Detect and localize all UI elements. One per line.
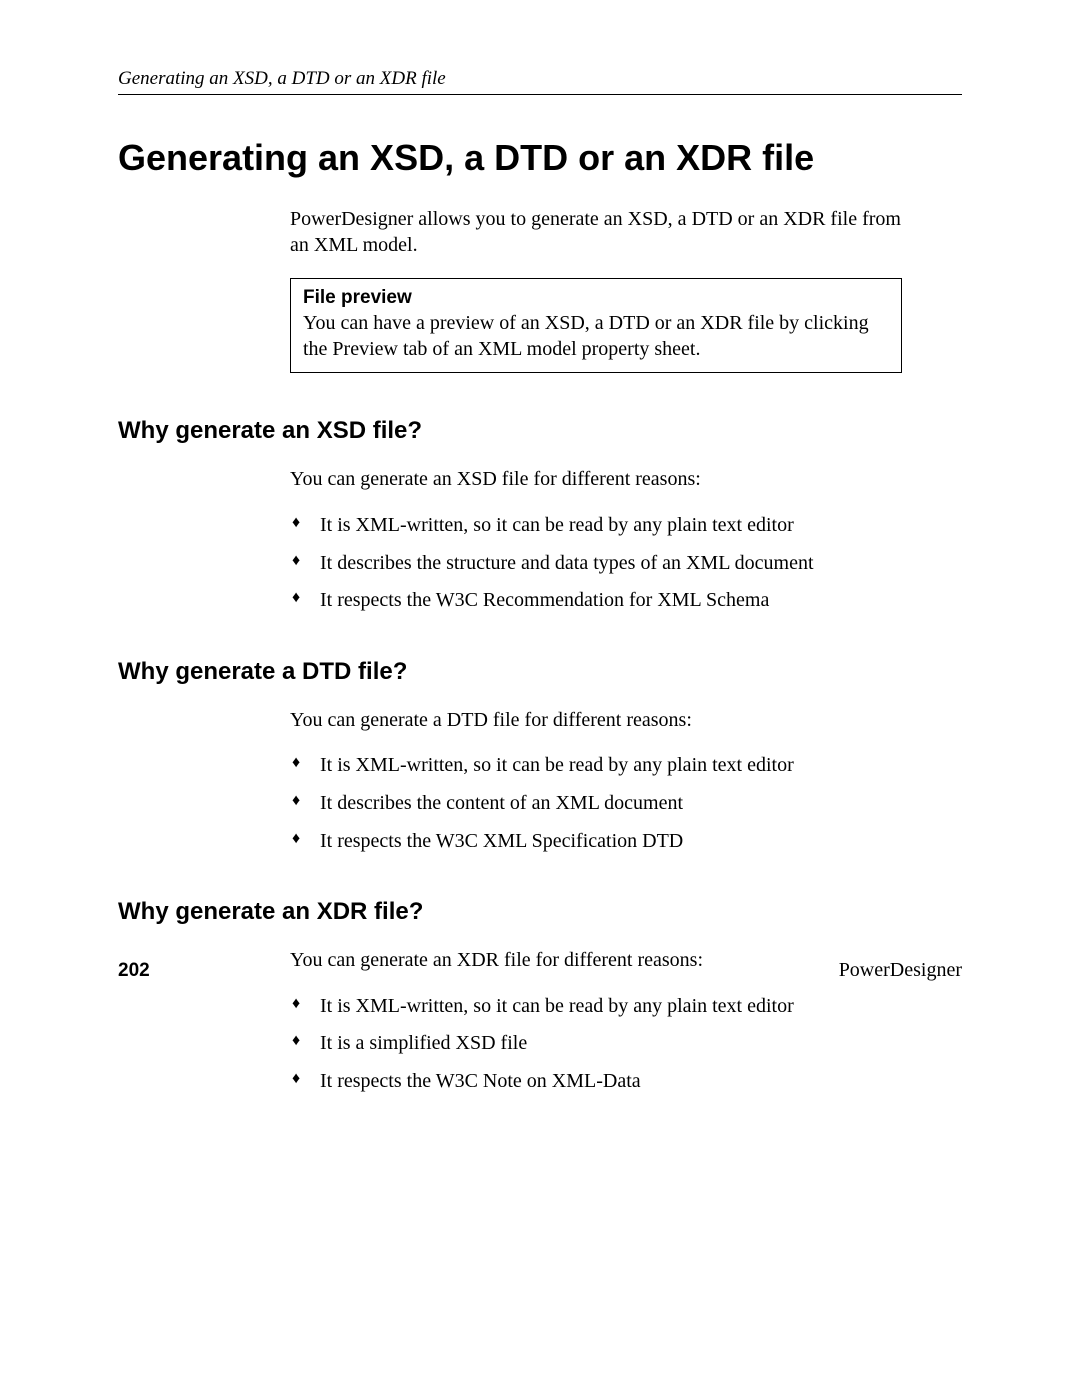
list-item: It is XML-written, so it can be read by … [290, 753, 902, 779]
intro-paragraph: PowerDesigner allows you to generate an … [290, 207, 902, 258]
list-item: It is XML-written, so it can be read by … [290, 994, 902, 1020]
list-item: It respects the W3C Note on XML-Data [290, 1069, 902, 1095]
list-item: It describes the structure and data type… [290, 551, 902, 577]
section-heading-xdr: Why generate an XDR file? [118, 898, 962, 926]
list-item: It describes the content of an XML docum… [290, 791, 902, 817]
section-body-xsd: You can generate an XSD file for differe… [290, 467, 902, 613]
section-heading-xsd: Why generate an XSD file? [118, 417, 962, 445]
note-box: File preview You can have a preview of a… [290, 278, 902, 373]
note-body: You can have a preview of an XSD, a DTD … [303, 311, 889, 362]
page-title: Generating an XSD, a DTD or an XDR file [118, 137, 962, 179]
note-title: File preview [303, 287, 889, 309]
page-number: 202 [118, 960, 150, 982]
section-lead-dtd: You can generate a DTD file for differen… [290, 708, 902, 734]
bullet-list-xsd: It is XML-written, so it can be read by … [290, 513, 902, 614]
list-item: It is a simplified XSD file [290, 1031, 902, 1057]
bullet-list-dtd: It is XML-written, so it can be read by … [290, 753, 902, 854]
running-header: Generating an XSD, a DTD or an XDR file [118, 68, 962, 95]
section-lead-xsd: You can generate an XSD file for differe… [290, 467, 902, 493]
section-heading-dtd: Why generate a DTD file? [118, 658, 962, 686]
list-item: It respects the W3C Recommendation for X… [290, 588, 902, 614]
bullet-list-xdr: It is XML-written, so it can be read by … [290, 994, 902, 1095]
list-item: It respects the W3C XML Specification DT… [290, 829, 902, 855]
page-footer: 202 PowerDesigner [118, 959, 962, 982]
intro-block: PowerDesigner allows you to generate an … [290, 207, 902, 373]
list-item: It is XML-written, so it can be read by … [290, 513, 902, 539]
page: Generating an XSD, a DTD or an XDR file … [0, 0, 1080, 1397]
section-body-dtd: You can generate a DTD file for differen… [290, 708, 902, 854]
product-name: PowerDesigner [839, 959, 962, 982]
